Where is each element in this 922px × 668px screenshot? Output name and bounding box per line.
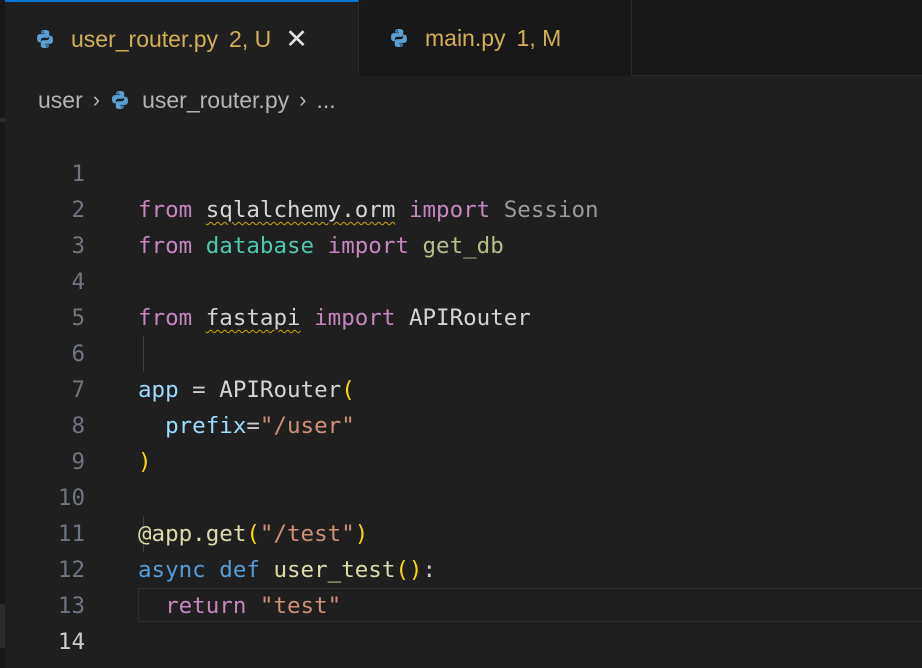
tab-filename: user_router.py <box>71 25 219 52</box>
line-number: 14 <box>57 629 85 655</box>
vscode-editor-window: user_router.py 2, U ✕ main.py 1, M user … <box>0 0 922 668</box>
tab-filename: main.py <box>425 24 506 51</box>
chevron-right-icon: › <box>92 87 101 112</box>
code-line: 10 @app.get("/test") <box>5 444 922 547</box>
code-line: 7 prefix="/user" <box>5 336 922 439</box>
current-code-line[interactable]: 14 <box>5 588 922 655</box>
breadcrumb-more[interactable]: ... <box>316 87 335 114</box>
tab-bar: user_router.py 2, U ✕ main.py 1, M <box>5 0 922 76</box>
code-editor[interactable]: 1 from sqlalchemy.orm import Session 2 f… <box>5 120 922 668</box>
code-line: 4 from fastapi import APIRouter <box>5 228 922 331</box>
python-file-icon <box>37 30 53 48</box>
code-line: 5 <box>5 264 922 331</box>
tab-status-badge: 2, U <box>229 25 272 52</box>
breadcrumb: user › user_router.py › ... <box>38 84 336 116</box>
code-line: 8 ) <box>5 372 922 475</box>
code-line: 1 from sqlalchemy.orm import Session <box>5 120 922 223</box>
tab-status-badge: 1, M <box>516 24 562 51</box>
python-file-icon <box>112 91 129 109</box>
code-line: 9 <box>5 408 922 475</box>
code-line: 11 async def user_test(): <box>5 480 922 583</box>
code-line: 13 <box>5 552 922 619</box>
breadcrumb-folder[interactable]: user <box>38 87 83 114</box>
close-icon[interactable]: ✕ <box>285 25 308 53</box>
chevron-right-icon: › <box>299 87 307 112</box>
tab-main[interactable]: main.py 1, M <box>359 0 632 76</box>
current-line-highlight <box>138 588 922 622</box>
breadcrumb-file[interactable]: user_router.py <box>142 87 289 114</box>
code-line: 2 from database import get_db <box>5 156 922 259</box>
python-file-icon <box>391 29 407 47</box>
tab-user-router[interactable]: user_router.py 2, U ✕ <box>5 0 359 76</box>
code-line: 6 app = APIRouter( <box>5 300 922 403</box>
code-line: 12 return "test" <box>5 516 922 619</box>
code-line: 3 <box>5 192 922 259</box>
